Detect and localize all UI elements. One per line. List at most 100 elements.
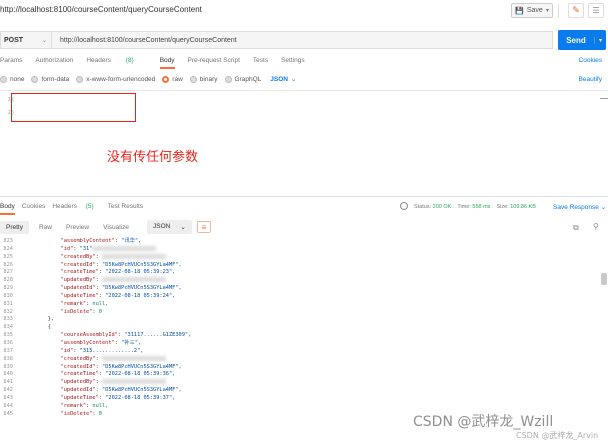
radio-dot <box>31 75 39 83</box>
cookies-link[interactable]: Cookies <box>579 57 602 64</box>
json-key: "isDelete" <box>60 308 93 315</box>
code-line: 844 "remark": null, <box>0 403 600 411</box>
view-raw[interactable]: Raw <box>39 224 52 231</box>
scrollbar[interactable] <box>600 98 608 99</box>
code-text: "isDelete": 0 <box>60 410 102 417</box>
response-body[interactable]: 823 "assemblyContent": "讯华", 824 "id": "3… <box>0 238 600 418</box>
json-key: "createTime" <box>60 269 99 276</box>
beautify-link[interactable]: Beautify <box>579 76 603 83</box>
code-text: "createTime": "2022-08-18 05:39:36", <box>60 371 176 378</box>
document-icon[interactable]: ☰ <box>588 3 604 18</box>
tab-params[interactable]: Params <box>0 57 22 69</box>
json-key: "courseAssemblyId" <box>60 332 118 339</box>
divider <box>0 196 608 197</box>
code-line: 834 { <box>0 324 600 332</box>
divider <box>558 4 559 18</box>
tab-authorization[interactable]: Authorization <box>35 57 73 69</box>
response-tabs: Body Cookies Headers (5) Test Results <box>0 203 150 215</box>
chevron-down-icon: ▾ <box>545 8 549 14</box>
tab-response-headers[interactable]: Headers (5) <box>52 203 100 215</box>
status-label: Status: <box>414 204 432 210</box>
code-text: "createdBy": <box>13 253 166 262</box>
redacted-value <box>102 277 166 283</box>
copy-icon[interactable]: ⧉ <box>573 223 579 233</box>
radio-dot <box>0 75 7 83</box>
code-line: 826 "createdId": "D5Kw8PcHVUCn5S3GYLa4MF… <box>0 262 600 270</box>
code-text: "id": "31" <box>13 245 157 254</box>
save-response-button[interactable]: Save Response ⌄ <box>553 203 606 211</box>
format-select[interactable]: JSON ⌄ <box>147 220 192 234</box>
radio-raw-label: raw <box>172 75 183 83</box>
save-label: Save <box>526 7 543 14</box>
watermark: CSDN @武梓龙_Wzill <box>413 414 554 430</box>
view-visualize[interactable]: Visualize <box>103 224 129 231</box>
radio-raw[interactable]: raw <box>162 75 183 83</box>
tab-test-results[interactable]: Test Results <box>108 203 143 215</box>
code-text: "updateTime": "2022-08-18 05:39:37", <box>60 394 176 401</box>
radio-graphql[interactable]: GraphQL <box>224 75 262 83</box>
code-text: }, <box>47 316 55 323</box>
view-pretty[interactable]: Pretty <box>0 220 29 234</box>
wrap-lines-icon[interactable]: ≡ <box>196 221 211 233</box>
line-number: 824 <box>3 245 13 252</box>
tab-settings[interactable]: Settings <box>281 57 305 69</box>
json-value: "2022-08-18 05:39:24", <box>105 292 176 299</box>
tab-tests[interactable]: Tests <box>253 57 268 69</box>
json-key: "updatedId" <box>60 285 96 292</box>
tab-headers-count: (8) <box>125 57 134 64</box>
json-value: "D5Kw8PcHVUCn5S3GYLa4MF", <box>102 387 182 394</box>
tab-pre-request-script[interactable]: Pre-request Script <box>188 57 240 69</box>
tab-body[interactable]: Body <box>159 57 175 69</box>
response-status: Status: 200 OK Time: 558 ms Size: 109.86… <box>414 204 536 210</box>
line-number: 842 <box>3 387 13 394</box>
chevron-down-icon: ⌄ <box>41 37 47 44</box>
divider <box>0 90 608 91</box>
code-line: 837 "id": "315.............2", <box>0 348 600 356</box>
radio-dot <box>76 75 84 83</box>
code-line: 843 "updateTime": "2022-08-18 05:39:37", <box>0 395 600 403</box>
view-preview[interactable]: Preview <box>66 224 89 231</box>
code-text: "isDelete": 0 <box>60 308 102 315</box>
tab-headers[interactable]: Headers (8) <box>86 57 146 69</box>
code-text: "remark": null, <box>60 402 109 409</box>
language-select[interactable]: JSON ⌄ <box>270 75 296 83</box>
url-input[interactable]: http://localhost:8100/courseContent/quer… <box>51 32 552 48</box>
status-value: 200 OK <box>432 204 452 210</box>
code-line: 831 "remark": null, <box>0 301 600 309</box>
code-line: 835 "courseAssemblyId": "31117......G1ZE… <box>0 332 600 340</box>
method-select[interactable]: POST ⌄ <box>1 37 51 44</box>
tab-response-body[interactable]: Body <box>0 203 15 215</box>
save-button[interactable]: 💾 Save ▾ <box>511 3 553 18</box>
redacted-value <box>102 379 166 385</box>
radio-none-label: none <box>10 75 25 83</box>
scrollbar[interactable] <box>601 273 607 285</box>
redacted-value <box>102 355 166 361</box>
radio-form-data[interactable]: form-data <box>31 75 69 83</box>
radio-urlencoded[interactable]: x-www-form-urlencoded <box>76 75 155 83</box>
code-text: "assemblyContent": "补三", <box>60 339 142 346</box>
save-icon: 💾 <box>515 7 524 15</box>
radio-binary[interactable]: binary <box>189 75 218 83</box>
radio-graphql-label: GraphQL <box>234 75 262 83</box>
code-text: "remark": null, <box>60 300 109 307</box>
code-text: { <box>47 324 51 331</box>
globe-icon[interactable] <box>400 202 408 210</box>
code-line: 840 "createTime": "2022-08-18 05:39:36", <box>0 371 600 379</box>
code-text: "courseAssemblyId": "31117......G1ZE309"… <box>60 332 192 339</box>
time-label: Time: <box>457 204 471 210</box>
time-value: 558 ms <box>472 204 491 210</box>
tab-response-cookies[interactable]: Cookies <box>22 203 45 215</box>
radio-none[interactable]: none <box>0 75 25 83</box>
method-label: POST <box>4 36 24 44</box>
json-value: 0 <box>98 308 102 315</box>
code-line: 823 "assemblyContent": "讯华", <box>0 238 600 246</box>
watermark: CSDN @武梓龙_Arvin <box>516 431 599 440</box>
chevron-down-icon[interactable]: ▾ <box>594 36 606 44</box>
json-key: "remark" <box>60 402 87 409</box>
json-key: "id" <box>60 245 74 252</box>
pencil-icon[interactable]: ✎ <box>568 3 584 18</box>
search-icon[interactable]: ⚲ <box>593 222 599 231</box>
json-key: "createdBy" <box>60 355 96 362</box>
code-line: 825 "createdBy": <box>0 253 600 262</box>
send-button[interactable]: Send ▾ <box>558 30 606 50</box>
